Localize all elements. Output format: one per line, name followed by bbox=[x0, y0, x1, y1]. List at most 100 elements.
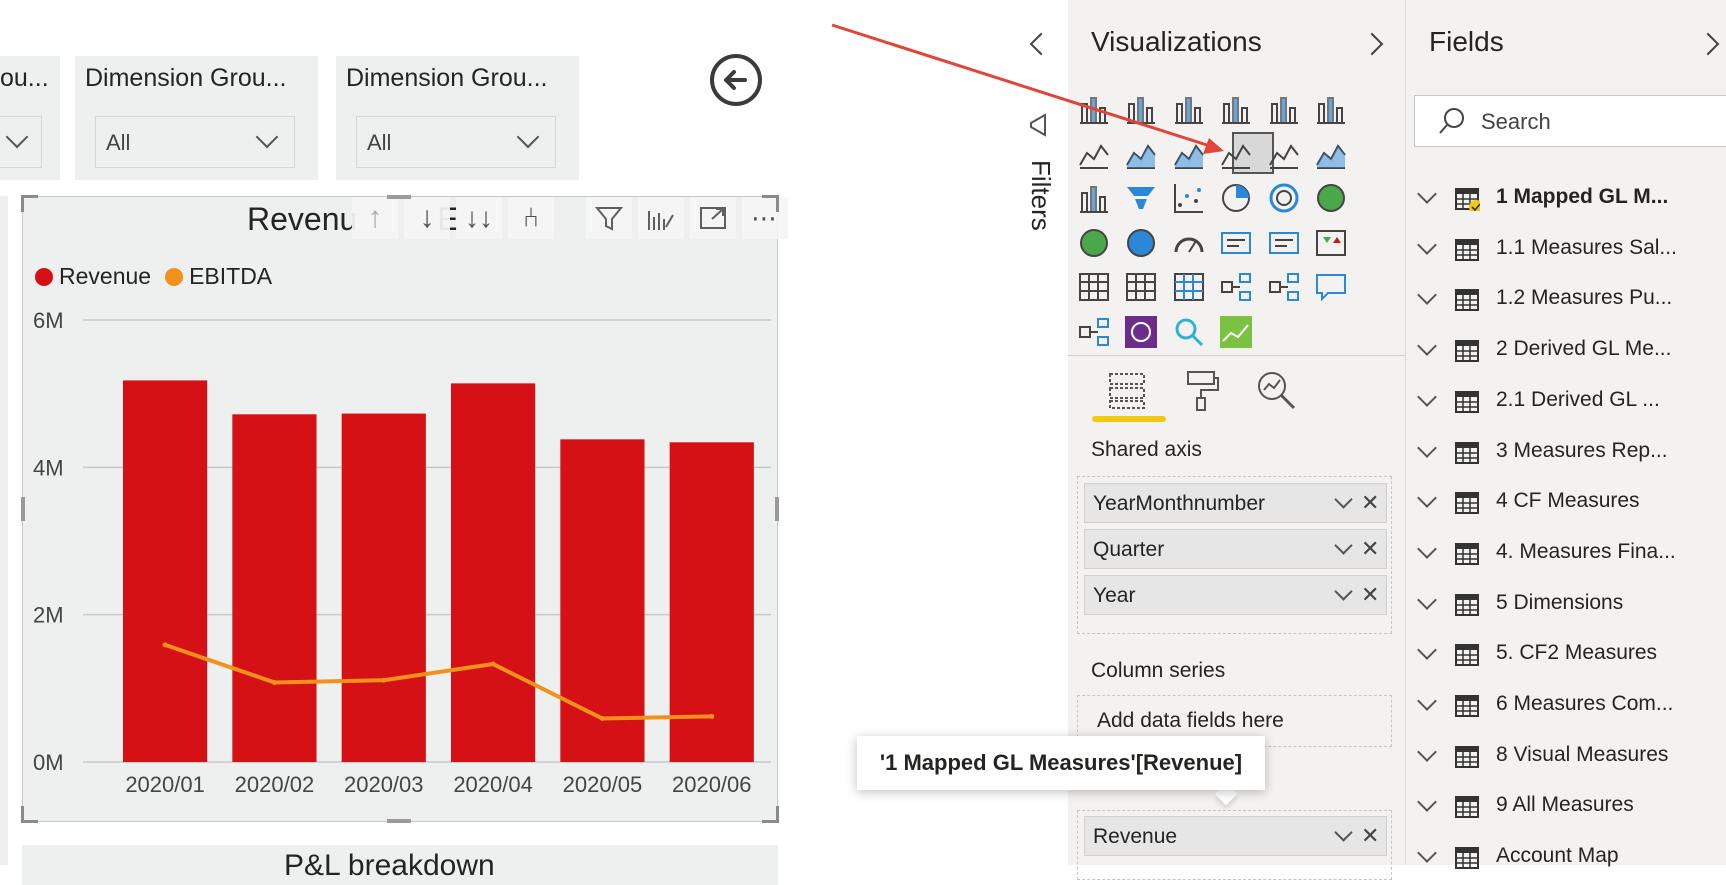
field-table-row[interactable]: 9 All Measures bbox=[1410, 785, 1726, 831]
chevron-down-icon[interactable] bbox=[1417, 488, 1437, 509]
donut-icon[interactable] bbox=[1267, 181, 1301, 215]
stacked-area-icon[interactable] bbox=[1172, 137, 1206, 171]
fields-search-input[interactable]: Search bbox=[1414, 95, 1726, 147]
field-table-row[interactable]: 1.1 Measures Sal... bbox=[1410, 228, 1726, 274]
area-chart-icon[interactable] bbox=[1124, 137, 1158, 171]
resize-handle-left[interactable] bbox=[21, 497, 25, 521]
stacked-bar-icon[interactable] bbox=[1077, 92, 1111, 126]
custom-chart-icon[interactable] bbox=[1219, 315, 1253, 349]
multirow-card-icon[interactable] bbox=[1267, 226, 1301, 260]
clustered-bar-icon[interactable] bbox=[1172, 92, 1206, 126]
resize-handle-bottom[interactable] bbox=[387, 819, 411, 823]
field-table-row[interactable]: 6 Measures Com... bbox=[1410, 684, 1726, 730]
smart-narrative-icon[interactable] bbox=[1077, 315, 1111, 349]
treemap-icon[interactable] bbox=[1314, 181, 1348, 215]
active-tab-underline bbox=[1092, 416, 1166, 422]
chevron-down-icon[interactable] bbox=[1417, 741, 1437, 762]
field-table-row[interactable]: 4. Measures Fina... bbox=[1410, 532, 1726, 578]
chevron-down-icon[interactable] bbox=[1417, 589, 1437, 610]
chevron-down-icon[interactable] bbox=[1417, 691, 1437, 711]
key-influencers-icon[interactable] bbox=[1219, 270, 1253, 304]
fields-tab-icon[interactable] bbox=[1106, 368, 1150, 412]
scatter-icon[interactable] bbox=[1172, 181, 1206, 215]
chevron-down-icon[interactable] bbox=[1334, 536, 1353, 555]
close-icon[interactable]: ✕ bbox=[1361, 823, 1379, 849]
chevron-down-icon[interactable] bbox=[1334, 582, 1353, 601]
back-arrow-button[interactable] bbox=[710, 54, 762, 106]
close-icon[interactable]: ✕ bbox=[1361, 536, 1379, 562]
resize-handle-right[interactable] bbox=[775, 497, 779, 521]
table-icon[interactable] bbox=[1124, 270, 1158, 304]
field-table-row[interactable]: 1.2 Measures Pu... bbox=[1410, 278, 1726, 324]
qa-icon[interactable] bbox=[1314, 270, 1348, 304]
close-icon[interactable]: ✕ bbox=[1361, 582, 1379, 608]
chevron-down-icon[interactable] bbox=[1334, 490, 1353, 509]
field-table-row[interactable]: Account Map bbox=[1410, 836, 1726, 882]
chevron-down-icon[interactable] bbox=[1417, 386, 1437, 407]
field-table-row[interactable]: 4 CF Measures bbox=[1410, 481, 1726, 527]
map-icon[interactable] bbox=[1077, 226, 1111, 260]
slicer-3-dropdown[interactable]: All bbox=[356, 116, 556, 168]
chevron-left-icon[interactable] bbox=[1029, 32, 1053, 56]
chevron-down-icon[interactable] bbox=[1417, 336, 1437, 356]
field-table-row[interactable]: 2 Derived GL Me... bbox=[1410, 329, 1726, 375]
card-icon[interactable] bbox=[1219, 226, 1253, 260]
resize-handle-bl[interactable] bbox=[21, 806, 38, 823]
chevron-down-icon[interactable] bbox=[1334, 823, 1353, 842]
100-column-icon[interactable] bbox=[1314, 92, 1348, 126]
slicer-3[interactable]: Dimension Grou... All bbox=[336, 56, 579, 180]
slicer-1[interactable]: ou... bbox=[0, 56, 60, 180]
chevron-down-icon[interactable] bbox=[1417, 184, 1437, 204]
visualizations-title: Visualizations bbox=[1091, 26, 1262, 57]
resize-handle-tl[interactable] bbox=[21, 195, 38, 212]
waterfall-icon[interactable] bbox=[1077, 181, 1111, 215]
line-chart-icon[interactable] bbox=[1077, 137, 1111, 171]
field-table-row[interactable]: 3 Measures Rep... bbox=[1410, 431, 1726, 477]
matrix-icon[interactable] bbox=[1172, 270, 1206, 304]
slicer-2[interactable]: Dimension Grou... All bbox=[75, 56, 318, 180]
chevron-down-icon[interactable] bbox=[1417, 640, 1437, 661]
pie-icon[interactable] bbox=[1219, 181, 1253, 215]
100-bar-icon[interactable] bbox=[1267, 92, 1301, 126]
custom-visual-icon[interactable] bbox=[1124, 315, 1158, 349]
chevron-down-icon[interactable] bbox=[1417, 538, 1437, 559]
analytics-magnifier-icon[interactable] bbox=[1254, 368, 1298, 412]
shared-axis-field-yearmonthnumber[interactable]: YearMonthnumber ✕ bbox=[1084, 483, 1387, 523]
clustered-column-icon[interactable] bbox=[1219, 92, 1253, 126]
filled-map-icon[interactable] bbox=[1124, 226, 1158, 260]
search-visual-icon[interactable] bbox=[1172, 315, 1206, 349]
field-table-row[interactable]: 8 Visual Measures bbox=[1410, 735, 1726, 781]
ribbon-chart-icon[interactable] bbox=[1314, 137, 1348, 171]
chevron-down-icon[interactable] bbox=[1417, 234, 1437, 255]
filters-label[interactable]: Filters bbox=[1025, 160, 1056, 231]
field-table-row[interactable]: 1 Mapped GL M... bbox=[1410, 177, 1726, 223]
slicer-1-dropdown[interactable] bbox=[0, 116, 42, 168]
slicer-2-dropdown[interactable]: All bbox=[95, 116, 295, 168]
shared-axis-field-year[interactable]: Year ✕ bbox=[1084, 575, 1387, 615]
pl-breakdown-visual[interactable]: P&L breakdown bbox=[22, 845, 778, 885]
decomposition-tree-icon[interactable] bbox=[1267, 270, 1301, 304]
field-table-row[interactable]: 2.1 Derived GL ... bbox=[1410, 380, 1726, 426]
resize-handle-top[interactable] bbox=[387, 195, 411, 199]
kpi-icon[interactable] bbox=[1314, 226, 1348, 260]
chevron-down-icon[interactable] bbox=[1417, 437, 1437, 458]
funnel-icon[interactable] bbox=[1124, 181, 1158, 215]
table-icon bbox=[1455, 593, 1479, 616]
revenue-ebitda-chart[interactable]: RevenuE ↑ ↓ ↓↓ ⑃ ⋯ Revenue EBITDA 0M2M4M… bbox=[21, 195, 788, 823]
chevron-down-icon[interactable] bbox=[1417, 285, 1437, 306]
close-icon[interactable]: ✕ bbox=[1361, 490, 1379, 516]
column-values-field-revenue[interactable]: Revenue ✕ bbox=[1084, 816, 1387, 856]
resize-handle-tr[interactable] bbox=[762, 195, 779, 212]
stacked-column-icon[interactable] bbox=[1124, 92, 1158, 126]
line-stacked-column-icon[interactable] bbox=[1267, 137, 1301, 171]
line-clustered-column-icon[interactable] bbox=[1219, 137, 1253, 171]
slicer-icon[interactable] bbox=[1077, 270, 1111, 304]
field-table-row[interactable]: 5 Dimensions bbox=[1410, 583, 1726, 629]
chevron-down-icon[interactable] bbox=[1417, 792, 1437, 813]
field-table-row[interactable]: 5. CF2 Measures bbox=[1410, 633, 1726, 679]
chevron-down-icon[interactable] bbox=[1417, 843, 1437, 863]
gauge-icon[interactable] bbox=[1172, 226, 1206, 260]
resize-handle-br[interactable] bbox=[762, 806, 779, 823]
paint-roller-icon[interactable] bbox=[1180, 368, 1224, 412]
shared-axis-field-quarter[interactable]: Quarter ✕ bbox=[1084, 529, 1387, 569]
